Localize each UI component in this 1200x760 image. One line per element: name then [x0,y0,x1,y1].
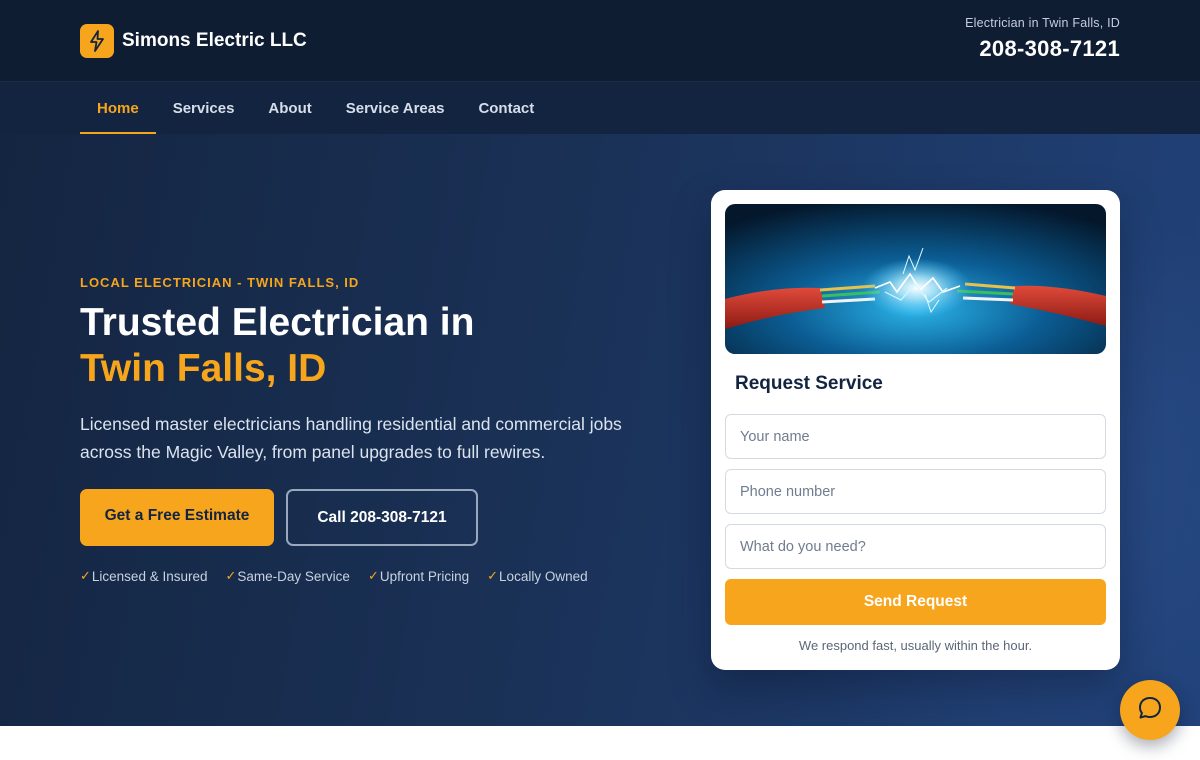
brand-name: Simons Electric LLC [122,30,307,51]
hero-subtitle: Licensed master electricians handling re… [80,414,622,462]
trust-badge-label: Upfront Pricing [379,568,470,584]
check-icon: ✓ [487,568,499,583]
check-icon: ✓ [367,568,379,583]
nav-item-service-areas[interactable]: Service Areas [329,82,462,134]
nav-item-contact[interactable]: Contact [461,82,551,134]
site-header: Simons Electric LLC Electrician in Twin … [0,0,1200,82]
name-input[interactable] [725,414,1106,459]
trust-badge-label: Same-Day Service [237,568,350,584]
electric-wires-image [725,204,1106,354]
trust-badge: ✓ Licensed & Insured [80,568,207,584]
nav-list: Home Services About Service Areas Contac… [80,82,551,134]
brand-link[interactable]: Simons Electric LLC [80,24,307,58]
trust-badge-label: Locally Owned [499,568,588,584]
request-service-card: Request Service Send Request We respond … [711,190,1120,670]
trust-badge-label: Licensed & Insured [91,568,208,584]
hero-title-location: Twin Falls, ID [80,347,327,390]
nav-item-services[interactable]: Services [156,82,252,134]
trust-badge: ✓ Upfront Pricing [368,568,469,584]
trust-badge: ✓ Same-Day Service [225,568,349,584]
chat-button[interactable] [1120,680,1180,740]
hero-eyebrow: LOCAL ELECTRICIAN - TWIN FALLS, ID [80,275,360,290]
service-need-input[interactable] [725,524,1106,569]
check-icon: ✓ [80,568,91,583]
hero-title-line1: Trusted Electrician in [80,301,475,344]
hero-title: Trusted Electrician in Twin Falls, ID [80,300,474,392]
check-icon: ✓ [225,568,237,583]
send-request-button[interactable]: Send Request [725,579,1106,625]
form-title: Request Service [735,373,883,394]
response-time-note: We respond fast, usually within the hour… [798,638,1033,653]
main-nav: Home Services About Service Areas Contac… [0,82,1200,134]
nav-item-about[interactable]: About [251,82,328,134]
trust-badge: ✓ Locally Owned [487,568,587,584]
header-contact: Electrician in Twin Falls, ID 208-308-71… [965,16,1120,62]
lightning-bolt-icon [80,24,114,58]
nav-item-home[interactable]: Home [80,82,156,134]
header-tagline: Electrician in Twin Falls, ID [965,16,1120,30]
call-phone-button[interactable]: Call 208-308-7121 [286,489,478,546]
hero-section: LOCAL ELECTRICIAN - TWIN FALLS, ID Trust… [0,134,1200,726]
header-phone-link[interactable]: 208-308-7121 [965,36,1120,62]
trust-badges: ✓ Licensed & Insured ✓ Same-Day Service … [80,568,606,584]
chat-bubble-icon [1137,695,1163,726]
phone-input[interactable] [725,469,1106,514]
free-estimate-button[interactable]: Get a Free Estimate [80,489,274,546]
